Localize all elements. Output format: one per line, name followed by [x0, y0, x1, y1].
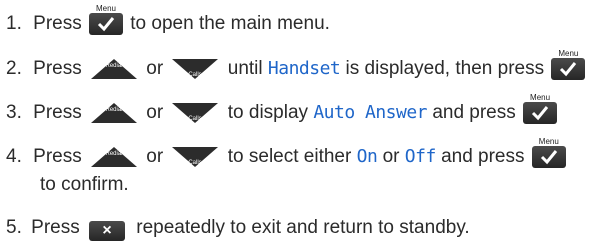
step-text: is displayed, then press	[345, 58, 545, 79]
down-calls-icon: Calls	[172, 103, 219, 123]
step-4: 4. Press Redial or Calls to select eithe…	[6, 137, 568, 174]
lcd-text: Off	[404, 146, 437, 167]
step-text: or	[382, 146, 400, 167]
menu-label: Menu	[95, 4, 116, 13]
lcd-text: Auto Answer	[313, 102, 428, 123]
step-text: Press	[33, 146, 82, 167]
menu-button: Menu	[523, 93, 558, 130]
up-redial-icon: Redial	[91, 103, 137, 123]
step-text: or	[146, 146, 164, 167]
instruction-page: 1. Press Menu to open the main menu. 2. …	[0, 0, 599, 243]
step-text: until	[227, 58, 263, 79]
step-text: Press	[33, 102, 82, 123]
menu-button: Menu	[551, 49, 586, 86]
step-text: Press	[33, 58, 82, 79]
step-number: 1.	[6, 13, 22, 34]
up-redial-icon: Redial	[91, 59, 137, 79]
step-text: and press	[432, 102, 516, 123]
lcd-text: On	[356, 146, 378, 167]
menu-check-icon	[551, 58, 586, 80]
menu-label: Menu	[558, 49, 579, 58]
exit-x-icon: ×	[89, 221, 125, 241]
step-text: Press	[33, 13, 82, 34]
lcd-text: Handset	[267, 58, 341, 79]
step-number: 2.	[6, 58, 22, 79]
step-number: 5.	[6, 217, 22, 238]
menu-label: Menu	[538, 137, 559, 146]
menu-check-icon	[531, 146, 566, 168]
step-number: 3.	[6, 102, 22, 123]
step-text: repeatedly to exit and return to standby…	[136, 217, 470, 238]
svg-text:Calls: Calls	[189, 116, 202, 122]
step-3: 3. Press Redial or Calls to display Auto…	[6, 93, 559, 130]
svg-text:Calls: Calls	[189, 72, 202, 78]
step-text: to confirm.	[40, 174, 129, 195]
step-2: 2. Press Redial or Calls until Handset i…	[6, 49, 587, 86]
step-number: 4.	[6, 146, 22, 167]
step-text: Press	[31, 217, 80, 238]
step-text: to open the main menu.	[130, 13, 330, 34]
svg-text:Calls: Calls	[189, 160, 202, 166]
menu-label: Menu	[530, 93, 551, 102]
step-text: or	[146, 102, 164, 123]
menu-check-icon	[89, 13, 123, 35]
step-4-continued: to confirm.	[40, 174, 129, 196]
step-text: or	[146, 58, 164, 79]
step-text: to select either	[227, 146, 352, 167]
down-calls-icon: Calls	[172, 59, 219, 79]
step-5: 5. Press × repeatedly to exit and return…	[6, 217, 470, 241]
step-text: to display	[227, 102, 309, 123]
up-redial-icon: Redial	[91, 147, 137, 167]
svg-text:Redial: Redial	[105, 63, 122, 69]
svg-text:Redial: Redial	[105, 151, 122, 157]
down-calls-icon: Calls	[172, 147, 219, 167]
menu-button: Menu	[531, 137, 566, 174]
svg-text:Redial: Redial	[105, 107, 122, 113]
step-1: 1. Press Menu to open the main menu.	[6, 4, 330, 41]
menu-check-icon	[523, 102, 558, 124]
menu-button: Menu	[89, 4, 123, 41]
step-text: and press	[441, 146, 525, 167]
